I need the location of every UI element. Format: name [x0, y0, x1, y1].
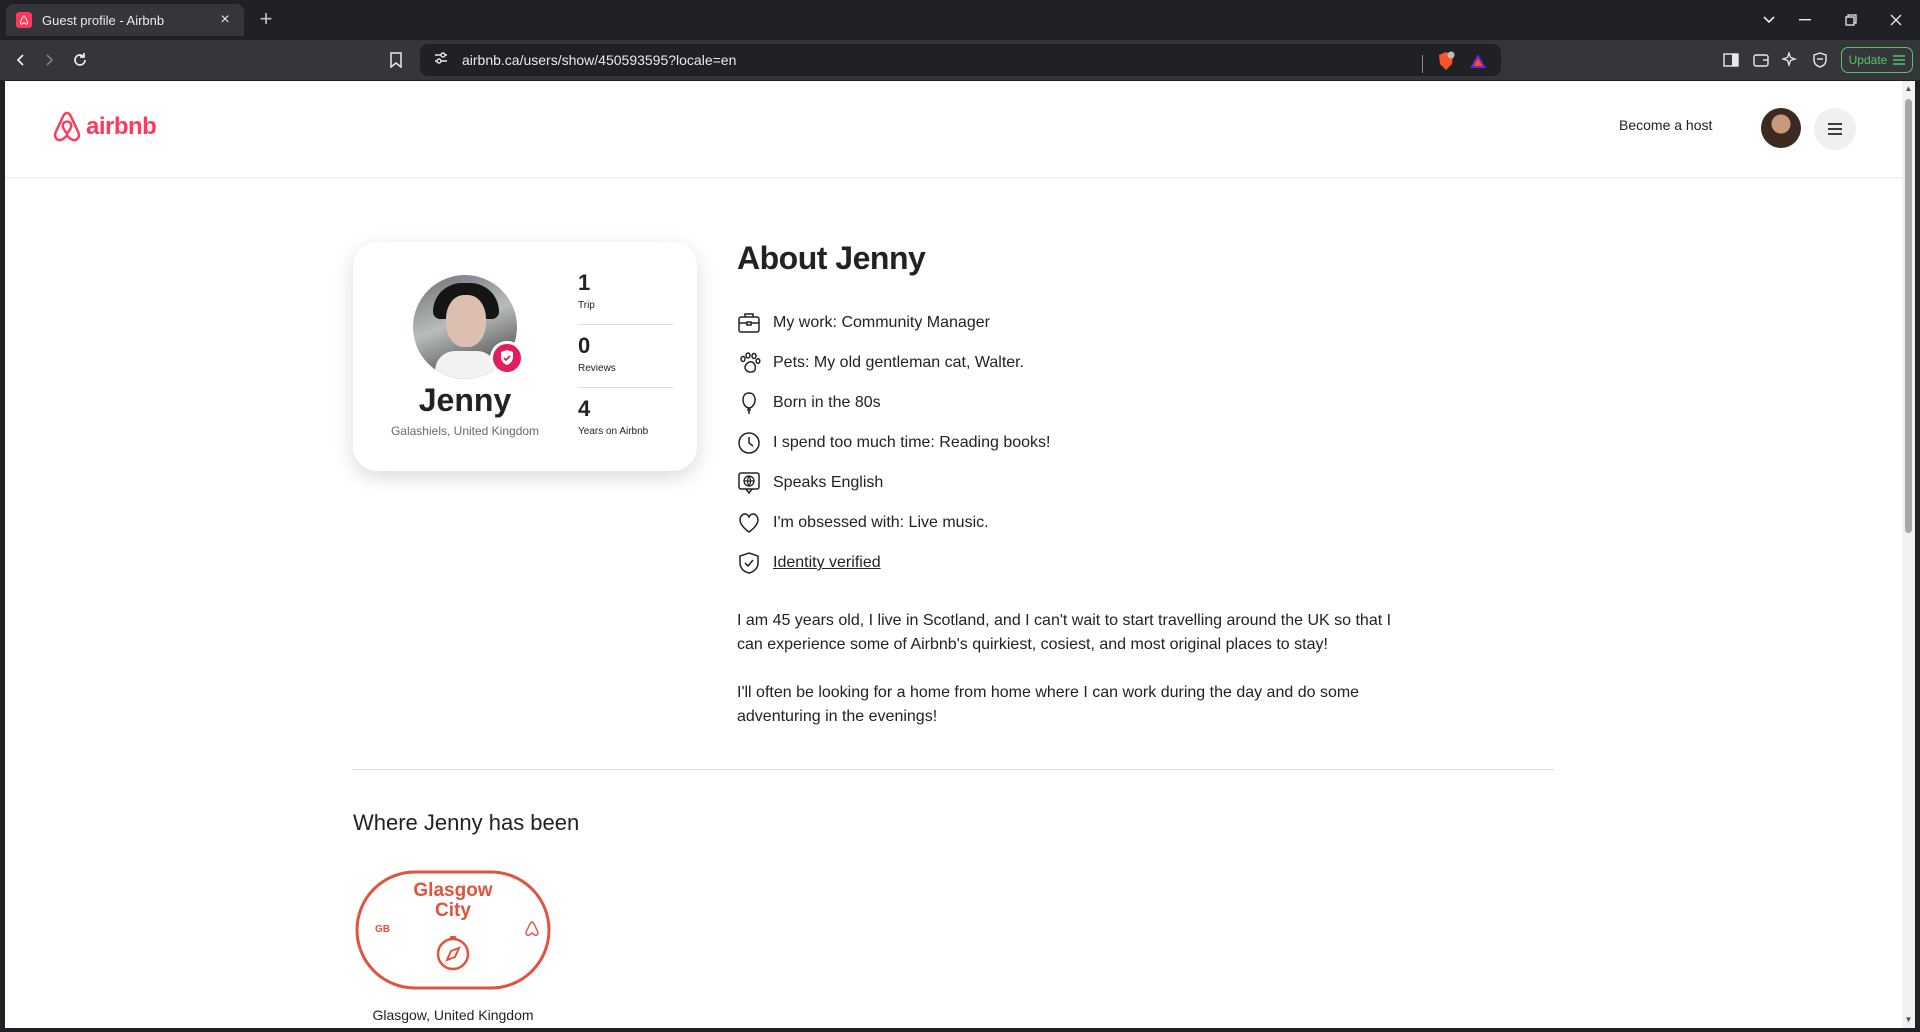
fact-text: I'm obsessed with: Live music. [773, 514, 989, 531]
new-tab-button[interactable]: + [254, 8, 278, 32]
sidebar-toggle-icon[interactable] [1719, 48, 1743, 72]
main-menu-button[interactable] [1814, 108, 1856, 150]
stat-years: 4 Years on Airbnb [578, 396, 674, 437]
brave-shields-icon[interactable] [1437, 51, 1455, 76]
stat-trips: 1 Trip [578, 270, 674, 311]
shield-check-icon [737, 551, 761, 575]
page-viewport: airbnb Become a host Jenny Galashiels, U… [5, 81, 1902, 1028]
airbnb-logo[interactable]: airbnb [52, 111, 157, 143]
fact-work: My work: Community Manager [737, 309, 1437, 337]
stat-reviews: 0 Reviews [578, 333, 674, 374]
url-text: airbnb.ca/users/show/450593595?locale=en [462, 52, 737, 68]
fact-text: I spend too much time: Reading books! [773, 434, 1051, 451]
stat-label: Years on Airbnb [578, 426, 649, 437]
fact-text: Pets: My old gentleman cat, Walter. [773, 354, 1025, 371]
fact-text: Born in the 80s [773, 394, 881, 411]
passport-caption: Glasgow, United Kingdom [372, 1007, 534, 1023]
back-button[interactable] [9, 48, 33, 72]
reload-button[interactable] [68, 48, 92, 72]
profile-card: Jenny Galashiels, United Kingdom 1 Trip … [353, 242, 697, 471]
briefcase-icon [737, 311, 761, 335]
stat-label: Trip [578, 300, 595, 311]
wallet-icon[interactable] [1749, 48, 1773, 72]
airbnb-wordmark: airbnb [86, 113, 157, 140]
window-border-left [0, 81, 5, 1032]
section-divider [353, 769, 1554, 770]
site-settings-icon[interactable] [434, 51, 448, 69]
fact-language: Speaks English [737, 469, 1437, 497]
paw-icon [737, 351, 761, 375]
balloon-icon [737, 391, 761, 415]
window-border-right [1915, 81, 1920, 1032]
stat-value: 4 [578, 396, 591, 421]
window-border-bottom [0, 1028, 1920, 1032]
scroll-down-arrow-icon[interactable]: ▼ [1904, 1015, 1913, 1024]
update-label: Update [1848, 53, 1888, 67]
tab-guest-profile[interactable]: Guest profile - Airbnb × [6, 4, 244, 36]
stamp-line2: City [435, 900, 471, 921]
page-scrollbar[interactable]: ▲ ▼ [1902, 81, 1915, 1028]
stat-value: 1 [578, 270, 591, 295]
airbnb-favicon-icon [16, 12, 32, 28]
stat-value: 0 [578, 333, 591, 358]
fact-pets: Pets: My old gentleman cat, Walter. [737, 349, 1437, 377]
bio-paragraph: I am 45 years old, I live in Scotland, a… [737, 612, 1392, 653]
stamp-country-code: GB [375, 924, 390, 935]
profile-name: Jenny [418, 382, 512, 418]
become-host-link[interactable]: Become a host [1619, 117, 1712, 133]
heart-icon [737, 511, 761, 535]
tab-title: Guest profile - Airbnb [42, 12, 165, 28]
bio-paragraph: I'll often be looking for a home from ho… [737, 684, 1360, 725]
stamp-line1: Glasgow [413, 880, 492, 901]
fact-obsessed: I'm obsessed with: Live music. [737, 509, 1437, 537]
about-title: About Jenny [737, 240, 926, 276]
fact-text: My work: Community Manager [773, 314, 990, 331]
clock-icon [737, 431, 761, 455]
leo-ai-icon[interactable] [1778, 48, 1802, 72]
stat-label: Reviews [578, 363, 616, 374]
fact-born: Born in the 80s [737, 389, 1437, 417]
close-window-button[interactable] [1876, 0, 1916, 40]
forward-button[interactable] [37, 48, 61, 72]
vpn-shield-icon[interactable] [1808, 48, 1832, 72]
airbnb-belo-icon [53, 111, 81, 142]
passport-stamp-glasgow[interactable]: Glasgow City GB [355, 870, 551, 990]
tab-close-icon[interactable]: × [216, 11, 234, 29]
minimize-button[interactable] [1785, 0, 1825, 40]
identity-verified-link[interactable]: Identity verified [773, 554, 881, 572]
fact-identity: Identity verified [737, 549, 1437, 577]
verified-badge-icon [490, 341, 524, 375]
fact-text: Speaks English [773, 474, 884, 491]
tab-strip: Guest profile - Airbnb × + [0, 0, 1920, 40]
bookmark-icon[interactable] [384, 48, 408, 72]
fact-time: I spend too much time: Reading books! [737, 429, 1437, 457]
restore-button[interactable] [1831, 0, 1871, 40]
update-button[interactable]: Update [1841, 47, 1913, 73]
profile-location: Galashiels, United Kingdom [390, 424, 540, 438]
site-header: airbnb Become a host [5, 81, 1902, 178]
language-icon [737, 471, 761, 495]
stat-divider [578, 324, 674, 325]
where-been-title: Where Jenny has been [353, 810, 580, 835]
browser-toolbar: airbnb.ca/users/show/450593595?locale=en… [0, 40, 1920, 80]
stat-divider [578, 387, 674, 388]
bio: I am 45 years old, I live in Scotland, a… [737, 609, 1417, 753]
address-bar[interactable]: airbnb.ca/users/show/450593595?locale=en [420, 44, 1501, 76]
omnibox-divider [1422, 54, 1423, 73]
airbnb-mini-logo-icon [525, 921, 539, 937]
user-avatar[interactable] [1761, 108, 1801, 148]
scrollbar-thumb[interactable] [1905, 99, 1912, 533]
menu-lines-icon [1893, 55, 1906, 65]
tab-search-icon[interactable] [1749, 0, 1789, 40]
scroll-up-arrow-icon[interactable]: ▲ [1904, 84, 1913, 93]
hamburger-icon [1828, 123, 1842, 135]
compass-icon [436, 936, 470, 971]
brave-rewards-icon[interactable] [1469, 53, 1487, 74]
